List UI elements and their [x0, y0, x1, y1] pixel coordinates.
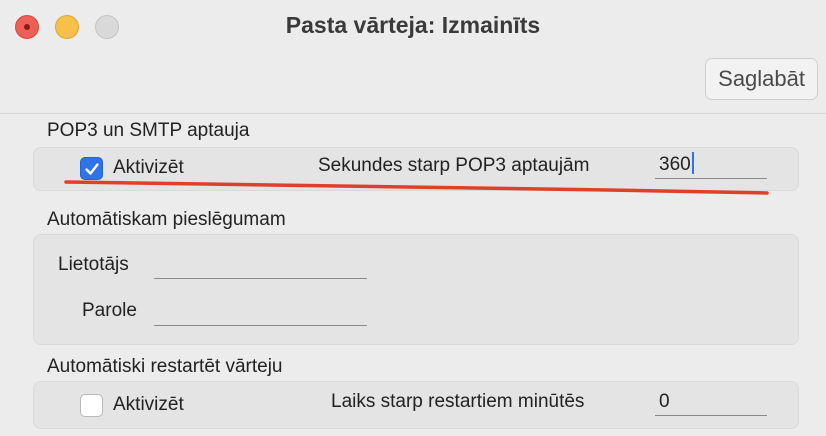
pop3-group: Aktivizēt Sekundes starp POP3 aptaujām 3…: [33, 147, 799, 191]
restart-group: Aktivizēt Laiks starp restartiem minūtēs…: [33, 381, 799, 429]
username-input[interactable]: [154, 251, 367, 279]
restart-interval-label: Laiks starp restartiem minūtēs: [331, 391, 585, 412]
text-cursor: [691, 152, 694, 174]
save-button[interactable]: Saglabāt: [705, 58, 818, 100]
restart-enable-label: Aktivizēt: [113, 394, 184, 415]
window-titlebar: Pasta vārteja: Izmainīts Saglabāt: [0, 0, 826, 114]
password-label: Parole: [82, 300, 137, 321]
restart-section-title: Automātiski restartēt vārteju: [47, 356, 283, 377]
restart-enable-checkbox[interactable]: [80, 394, 103, 417]
pop3-interval-input[interactable]: 360: [655, 151, 767, 179]
username-label: Lietotājs: [58, 254, 129, 275]
password-input[interactable]: [154, 298, 367, 326]
pop3-enable-label: Aktivizēt: [113, 157, 184, 178]
auth-section-title: Automātiskam pieslēgumam: [47, 209, 286, 230]
window-title: Pasta vārteja: Izmainīts: [285, 12, 541, 38]
pop3-interval-label: Sekundes starp POP3 aptaujām: [318, 155, 590, 176]
pop3-interval-value: 360: [659, 154, 691, 175]
pop3-section-title: POP3 un SMTP aptauja: [47, 120, 250, 141]
auth-group: Lietotājs Parole: [33, 234, 799, 345]
pop3-enable-checkbox[interactable]: [80, 157, 103, 180]
restart-interval-input[interactable]: 0: [655, 388, 767, 416]
checkmark-icon: [85, 163, 99, 175]
